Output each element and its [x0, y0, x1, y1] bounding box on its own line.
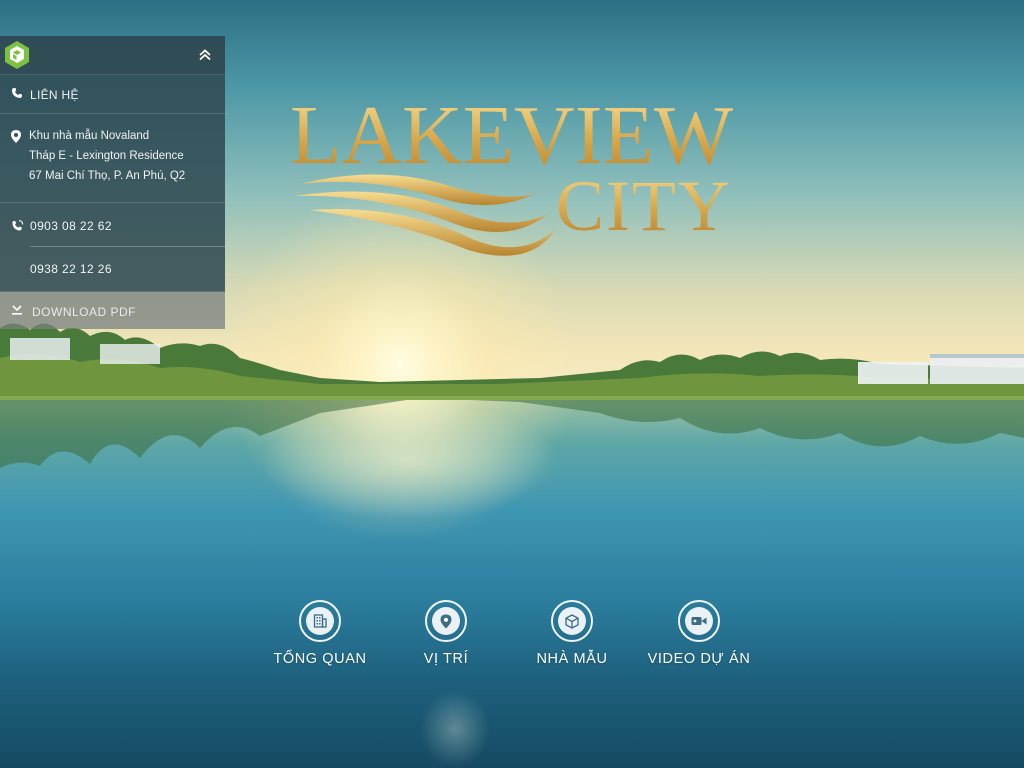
- nav-label: TỔNG QUAN: [273, 651, 367, 667]
- address-line: 67 Mai Chí Thọ, P. An Phú, Q2: [29, 170, 186, 182]
- phone-ring-icon: [11, 219, 24, 232]
- contact-panel: LIÊN HỆ Khu nhà mẫu Novaland Tháp E - Le…: [0, 36, 225, 329]
- double-chevron-up-icon[interactable]: [195, 45, 215, 65]
- address-line: Khu nhà mẫu Novaland: [29, 130, 150, 142]
- map-pin-icon: [440, 614, 452, 628]
- contact-label: LIÊN HỆ: [30, 88, 79, 102]
- lakeview-city-logo: LAKEVIEW CITY: [290, 94, 735, 264]
- nav-label: NHÀ MẪU: [536, 651, 608, 667]
- nav-nha-mau[interactable]: NHÀ MẪU: [512, 600, 632, 667]
- nav-vi-tri[interactable]: VỊ TRÍ: [386, 600, 506, 667]
- cube-icon: [565, 613, 579, 629]
- tree-line: [0, 323, 1024, 468]
- panel-header: [0, 36, 225, 75]
- novaland-cube-icon[interactable]: [4, 40, 30, 70]
- address-block: Khu nhà mẫu Novaland Tháp E - Lexington …: [0, 114, 225, 203]
- nav-video-du-an[interactable]: VIDEO DỰ ÁN: [639, 600, 759, 667]
- download-icon: [11, 305, 23, 316]
- download-pdf-button[interactable]: DOWNLOAD PDF: [0, 292, 225, 329]
- nav-circle[interactable]: [678, 600, 720, 642]
- phone-row[interactable]: 0938 22 12 26: [0, 247, 225, 292]
- download-label: DOWNLOAD PDF: [32, 305, 137, 319]
- video-camera-icon: [691, 617, 707, 625]
- nav-circle[interactable]: [299, 600, 341, 642]
- nav-circle[interactable]: [425, 600, 467, 642]
- phone-number[interactable]: 0938 22 12 26: [30, 262, 112, 276]
- contact-row[interactable]: LIÊN HỆ: [0, 75, 225, 114]
- building-icon: [313, 614, 327, 628]
- nav-tong-quan[interactable]: TỔNG QUAN: [260, 600, 380, 667]
- logo-text-city: CITY: [556, 166, 732, 246]
- address-line: Tháp E - Lexington Residence: [29, 150, 184, 162]
- nav-circle[interactable]: [551, 600, 593, 642]
- nav-label: VỊ TRÍ: [423, 651, 469, 667]
- nav-label: VIDEO DỰ ÁN: [647, 651, 751, 667]
- phone-icon: [11, 87, 23, 99]
- phone-number[interactable]: 0903 08 22 62: [30, 219, 112, 233]
- logo-waves-icon: [295, 174, 555, 256]
- phone-row[interactable]: 0903 08 22 62: [0, 203, 225, 247]
- location-pin-icon: [11, 130, 21, 143]
- water-reflection: [420, 690, 490, 768]
